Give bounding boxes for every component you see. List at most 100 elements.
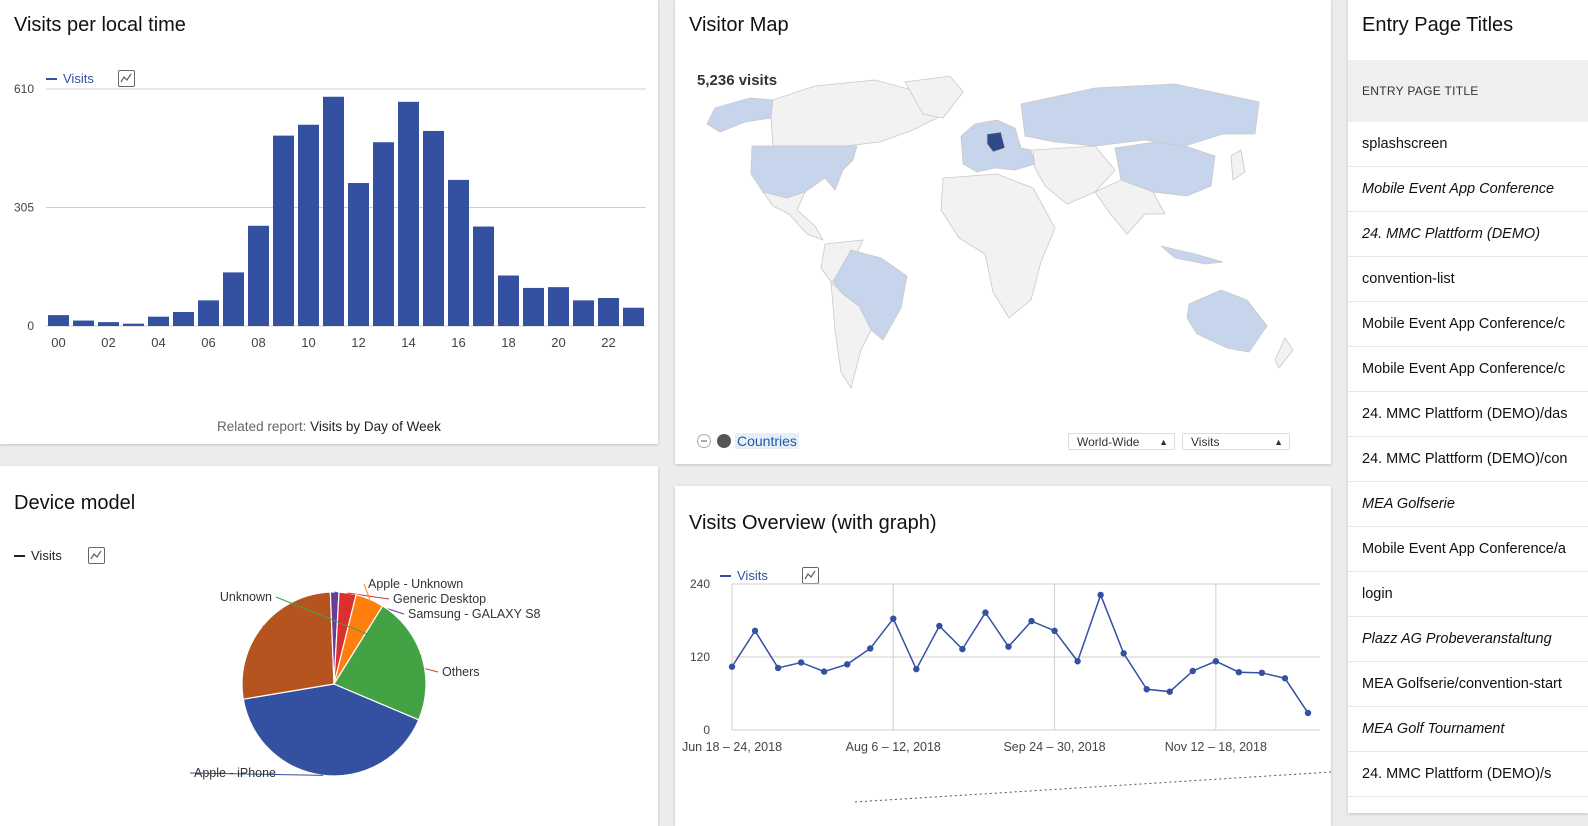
table-row[interactable]: 24. MMC Plattform (DEMO)/con bbox=[1348, 436, 1588, 482]
bar bbox=[198, 300, 219, 326]
map-region-new-zealand bbox=[1274, 337, 1294, 369]
pie-label: Apple - Unknown bbox=[368, 577, 463, 591]
data-point bbox=[890, 615, 897, 622]
bar bbox=[173, 312, 194, 326]
series-line bbox=[731, 592, 1309, 714]
data-point bbox=[1051, 627, 1058, 635]
data-point bbox=[844, 661, 851, 668]
bar bbox=[48, 315, 69, 326]
y-tick-label: 610 bbox=[14, 82, 34, 96]
data-point bbox=[1166, 688, 1173, 695]
pie-label: Samsung - GALAXY S8 bbox=[408, 607, 541, 621]
bar bbox=[298, 124, 319, 326]
data-point bbox=[820, 668, 828, 675]
data-point bbox=[1074, 658, 1081, 665]
card-title: Entry Page Titles bbox=[1362, 14, 1514, 36]
data-point bbox=[1028, 617, 1035, 625]
entry-page-label: Mobile Event App Conference bbox=[1348, 166, 1588, 212]
entry-page-label: 24. MMC Plattform (DEMO)/s bbox=[1348, 751, 1588, 797]
table-row[interactable]: convention-list bbox=[1348, 256, 1588, 302]
entry-page-label: splashscreen bbox=[1348, 122, 1588, 167]
metric-select-value: Visits bbox=[1191, 435, 1220, 449]
bar bbox=[598, 298, 619, 326]
map-visits-total: 5,236 visits bbox=[697, 72, 778, 89]
entry-page-label: MEA Golf Tournament bbox=[1348, 706, 1588, 752]
related-report-link[interactable]: Visits by Day of Week bbox=[310, 419, 441, 434]
data-point bbox=[1258, 669, 1266, 677]
x-tick-label: 16 bbox=[451, 335, 465, 350]
x-tick-label: 20 bbox=[551, 335, 565, 350]
metric-select[interactable]: Visits ▲︎ bbox=[1182, 433, 1290, 450]
entry-page-label: Mobile Event App Conference/c bbox=[1348, 301, 1588, 347]
table-row[interactable]: Mobile Event App Conference/a bbox=[1348, 526, 1588, 572]
data-point bbox=[959, 645, 966, 653]
entry-page-label: MEA Golfserie bbox=[1348, 481, 1588, 527]
entry-page-label: 24. MMC Plattform (DEMO)/con bbox=[1348, 436, 1588, 482]
entry-page-label: 24. MMC Plattform (DEMO)/das bbox=[1348, 391, 1588, 437]
map-region-russia bbox=[1020, 83, 1260, 147]
table-row[interactable]: 24. MMC Plattform (DEMO)/s bbox=[1348, 751, 1588, 797]
bar bbox=[548, 287, 569, 326]
bar bbox=[123, 323, 144, 326]
pie-label: Others bbox=[442, 665, 480, 679]
map-region-usa bbox=[750, 145, 858, 199]
entry-page-titles-card: Entry Page Titles ENTRY PAGE TITLE splas… bbox=[1348, 0, 1588, 813]
map-region-indonesia bbox=[1160, 245, 1224, 265]
bar bbox=[323, 96, 344, 326]
y-tick-label: 0 bbox=[703, 723, 710, 737]
table-row[interactable]: 24. MMC Plattform (DEMO) bbox=[1348, 211, 1588, 257]
table-row[interactable]: Mobile Event App Conference/c bbox=[1348, 301, 1588, 347]
data-point bbox=[982, 609, 989, 616]
pie-label: Unknown bbox=[220, 590, 272, 604]
table-row[interactable]: 24. MMC Plattform (DEMO)/das bbox=[1348, 391, 1588, 437]
related-report-label: Related report: bbox=[217, 419, 307, 434]
x-tick-label: 08 bbox=[251, 335, 265, 350]
table-row[interactable]: Plazz AG Probeveranstaltung bbox=[1348, 616, 1588, 662]
chevron-updown-icon: ▲︎ bbox=[1159, 437, 1168, 447]
zoom-out-icon[interactable] bbox=[697, 434, 711, 448]
y-tick-label: 0 bbox=[27, 319, 34, 333]
x-tick-label: 22 bbox=[601, 335, 615, 350]
pie-chart: Apple - iPhone Others Samsung - GALAXY S8G… bbox=[189, 577, 541, 780]
table-row[interactable]: MEA Golfserie bbox=[1348, 481, 1588, 527]
dotted-connector bbox=[854, 771, 1331, 803]
x-tick-label: Sep 24 – 30, 2018 bbox=[1003, 740, 1105, 754]
map-footer: Countries bbox=[697, 433, 799, 449]
bar-chart: 0 305 610 00 02 04 06 08 10 12 14 16 18 20 22 bbox=[14, 82, 646, 350]
entry-page-label: Mobile Event App Conference/a bbox=[1348, 526, 1588, 572]
x-tick-label: 04 bbox=[151, 335, 165, 350]
map-region-australia bbox=[1186, 289, 1268, 353]
table-row[interactable]: MEA Golf Tournament bbox=[1348, 706, 1588, 752]
table-row[interactable]: Mobile Event App Conference/c bbox=[1348, 346, 1588, 392]
data-point bbox=[751, 627, 759, 635]
x-tick-label: Jun 18 – 24, 2018 bbox=[682, 740, 782, 754]
column-header-entry-page-title[interactable]: ENTRY PAGE TITLE bbox=[1348, 60, 1588, 122]
data-point bbox=[1097, 591, 1104, 599]
data-point bbox=[913, 665, 920, 673]
bar bbox=[448, 179, 469, 326]
table-row[interactable]: MEA Golfserie/convention-start bbox=[1348, 661, 1588, 707]
bar bbox=[73, 320, 94, 326]
entry-page-label: login bbox=[1348, 571, 1588, 617]
entry-page-label: MEA Golfserie/convention-start bbox=[1348, 661, 1588, 707]
x-tick-label: 14 bbox=[401, 335, 415, 350]
bar bbox=[473, 226, 494, 326]
globe-icon bbox=[717, 434, 731, 448]
data-point bbox=[774, 664, 782, 672]
x-tick-label: 12 bbox=[351, 335, 365, 350]
x-tick-label: 06 bbox=[201, 335, 215, 350]
table-row[interactable]: Mobile Event App Conference bbox=[1348, 166, 1588, 212]
countries-link[interactable]: Countries bbox=[735, 433, 799, 449]
data-point bbox=[936, 622, 943, 630]
pie-slice bbox=[241, 591, 335, 700]
visits-local-time-card: Visits per local time Visits 0 305 610 00 02… bbox=[0, 0, 658, 444]
table-row[interactable]: login bbox=[1348, 571, 1588, 617]
x-tick-label: 10 bbox=[301, 335, 315, 350]
region-select[interactable]: World-Wide ▲︎ bbox=[1068, 433, 1175, 450]
data-point bbox=[797, 659, 805, 666]
y-tick-label: 240 bbox=[690, 577, 710, 591]
data-point bbox=[1281, 675, 1289, 682]
table-row[interactable]: splashscreen bbox=[1348, 122, 1588, 167]
bar bbox=[98, 322, 119, 326]
world-map[interactable] bbox=[675, 0, 1331, 420]
